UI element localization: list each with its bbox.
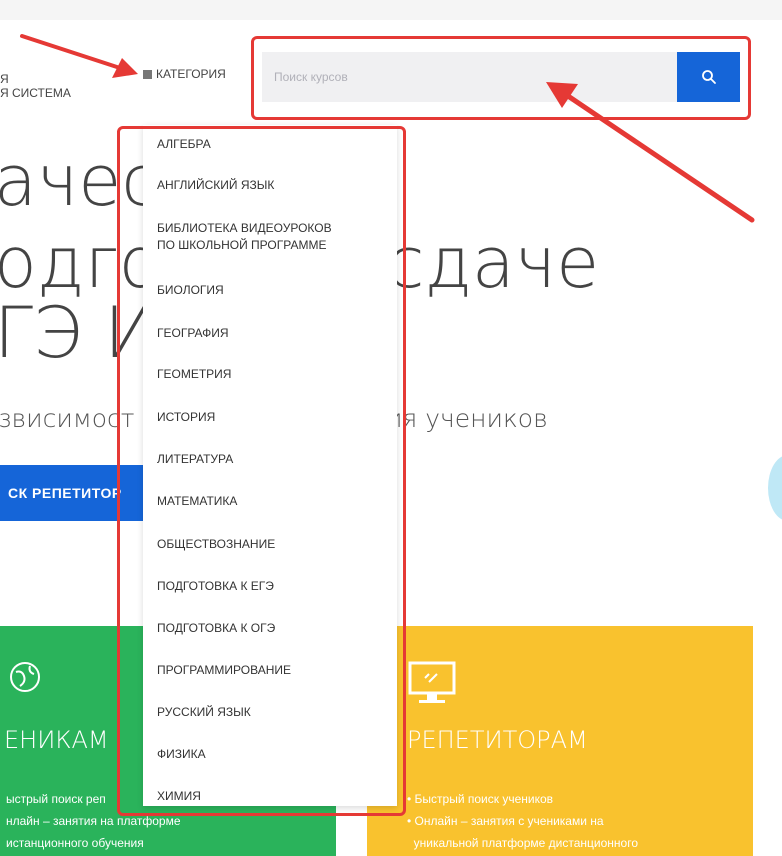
tutors-card-item: • Быстрый поиск учеников	[407, 792, 554, 806]
top-bar	[0, 0, 782, 20]
hero-subtitle-left: звисимост	[0, 404, 135, 433]
dropdown-highlight-box	[117, 126, 406, 816]
category-button[interactable]: КАТЕГОРИЯ	[143, 67, 226, 81]
tutors-card-item: уникальной платформе дистанционного	[413, 836, 638, 850]
students-card-item: истанционного обучения	[6, 836, 144, 850]
decorative-circle	[768, 455, 782, 521]
find-tutor-label: СК РЕПЕТИТОР	[8, 485, 122, 501]
category-label: КАТЕГОРИЯ	[156, 67, 226, 81]
globe-icon	[10, 662, 40, 692]
students-card-title: ЕНИКАМ	[4, 726, 109, 754]
monitor-icon	[408, 661, 456, 703]
tutors-card[interactable]: РЕПЕТИТОРАМ • Быстрый поиск учеников • О…	[367, 626, 753, 856]
logo[interactable]: Я Я СИСТЕМА	[0, 72, 71, 100]
grid-icon	[143, 69, 152, 79]
hero-subtitle-right: ия учеников	[386, 404, 548, 433]
logo-line-2: Я СИСТЕМА	[0, 86, 71, 100]
search-highlight-box	[251, 36, 751, 120]
tutors-card-title: РЕПЕТИТОРАМ	[407, 726, 588, 754]
logo-line-1: Я	[0, 72, 9, 86]
tutors-card-item: • Онлайн – занятия с учениками на	[407, 814, 604, 828]
hero-title-line-2b: сдаче	[386, 222, 600, 304]
